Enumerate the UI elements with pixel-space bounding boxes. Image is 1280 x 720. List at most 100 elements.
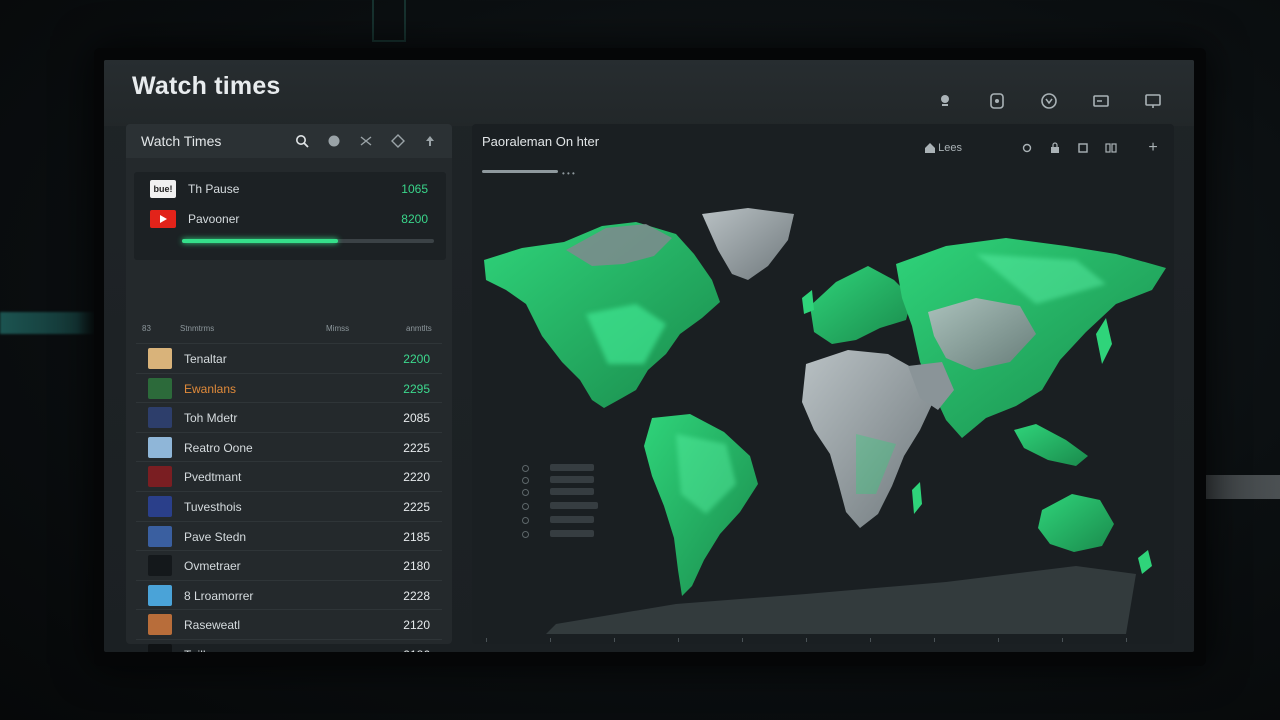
- circle-icon[interactable]: [326, 133, 342, 149]
- search-icon[interactable]: [294, 133, 310, 149]
- panel-title: Watch Times: [141, 133, 222, 149]
- legend-item[interactable]: [522, 488, 602, 496]
- row-name: Raseweatl: [184, 618, 241, 633]
- table-row[interactable]: Tenaltar 2200: [136, 343, 442, 373]
- home-icon[interactable]: Lees: [924, 140, 962, 156]
- featured-name: Th Pause: [188, 182, 240, 196]
- map-region-uk[interactable]: [802, 290, 814, 314]
- avatar: [148, 466, 172, 488]
- square-icon[interactable]: [1076, 140, 1090, 156]
- screen: Watch times Watch Times bue! Th Pause 10…: [104, 60, 1194, 652]
- table-row[interactable]: Reatro Oone 2225: [136, 431, 442, 462]
- world-map[interactable]: [476, 194, 1170, 634]
- table-row[interactable]: Ovmetraer 2180: [136, 550, 442, 580]
- avatar: [148, 555, 172, 577]
- row-name: Tuilhess: [184, 648, 228, 652]
- ambient-light-left: [0, 312, 96, 334]
- featured-item[interactable]: Pavooner 8200: [142, 208, 438, 232]
- map-tab-indicator: [482, 170, 558, 173]
- plus-icon[interactable]: +: [1146, 139, 1160, 156]
- row-name: Pvedtmant: [184, 470, 242, 485]
- map-title: Paoraleman On hter: [482, 134, 600, 149]
- lock-icon[interactable]: [1048, 140, 1062, 156]
- axis-tick: [806, 638, 807, 642]
- row-name: 8 Lroamorrer: [184, 588, 254, 603]
- monitor-icon[interactable]: [1142, 90, 1164, 112]
- avatar: [148, 644, 172, 652]
- legend-item[interactable]: [522, 476, 602, 484]
- map-region-new-zealand[interactable]: [1138, 550, 1152, 574]
- map-region-europe[interactable]: [810, 266, 912, 344]
- panel-toolbar: [294, 133, 438, 149]
- axis-tick: [998, 638, 999, 642]
- row-name: Pave Stedn: [184, 529, 247, 544]
- row-value: 2180: [403, 559, 430, 574]
- avatar: [148, 584, 172, 606]
- column-header: 83: [142, 324, 151, 333]
- app-header: Watch times: [104, 60, 1194, 126]
- map-region-australia[interactable]: [1038, 494, 1114, 552]
- legend-item[interactable]: [522, 502, 602, 510]
- diamond-icon[interactable]: [390, 133, 406, 149]
- device-icon[interactable]: [986, 90, 1008, 112]
- axis-tick: [742, 638, 743, 642]
- panel-header: Watch Times: [126, 124, 452, 158]
- featured-name: Pavooner: [188, 212, 240, 226]
- map-region-southeast-asia[interactable]: [1014, 424, 1088, 466]
- map-region-madagascar[interactable]: [912, 482, 922, 514]
- table-row[interactable]: 8 Lroamorrer 2228: [136, 579, 442, 610]
- axis-tick: [614, 638, 615, 642]
- featured-item[interactable]: bue! Th Pause 1065: [142, 178, 438, 202]
- map-panel: Paoraleman On hter • • • Lees +: [472, 124, 1174, 644]
- map-region-antarctica[interactable]: [546, 566, 1136, 634]
- ambient-light-right: [1205, 475, 1280, 499]
- featured-items: bue! Th Pause 1065 Pavooner 8200: [134, 172, 446, 260]
- user-icon[interactable]: [1038, 90, 1060, 112]
- axis-tick: [678, 638, 679, 642]
- tv-icon[interactable]: [1090, 90, 1112, 112]
- table-header: 83 Stnmtrms Mimss anmtlts: [140, 324, 440, 338]
- shuffle-icon[interactable]: [358, 133, 374, 149]
- table-row[interactable]: Pvedtmant 2220: [136, 461, 442, 491]
- legend-item[interactable]: [522, 530, 602, 538]
- map-axis-ticks: [472, 634, 1174, 642]
- avatar: [148, 525, 172, 547]
- table-row[interactable]: Ewanlans 2295: [136, 372, 442, 403]
- table-row[interactable]: Pave Stedn 2185: [136, 520, 442, 551]
- row-value: 2225: [403, 500, 430, 514]
- legend-item[interactable]: [522, 464, 602, 472]
- row-name: Toh Mdetr: [184, 411, 238, 426]
- row-name: Tenaltar: [184, 352, 227, 366]
- pin-icon[interactable]: [934, 90, 956, 112]
- ambient-frame-top: [372, 0, 406, 42]
- map-region-greenland[interactable]: [702, 208, 794, 280]
- avatar: [148, 436, 172, 458]
- dot-icon[interactable]: [1020, 140, 1034, 156]
- app-title: Watch times: [132, 72, 281, 100]
- legend-item[interactable]: [522, 516, 602, 524]
- avatar: [148, 614, 172, 636]
- row-name: Ewanlans: [184, 381, 237, 396]
- axis-tick: [870, 638, 871, 642]
- avatar: [148, 377, 172, 399]
- row-value: 2295: [403, 381, 430, 396]
- row-value: 2200: [403, 352, 430, 366]
- table-row[interactable]: Toh Mdetr 2085: [136, 402, 442, 432]
- table-row[interactable]: Raseweatl 2120: [136, 609, 442, 639]
- grid-icon[interactable]: [1104, 140, 1118, 156]
- row-value: 2186: [403, 648, 430, 652]
- axis-tick: [1062, 638, 1063, 642]
- map-region-japan[interactable]: [1096, 318, 1112, 364]
- arrow-up-icon[interactable]: [422, 133, 438, 149]
- row-value: 2225: [403, 440, 430, 455]
- axis-tick: [1126, 638, 1127, 642]
- avatar: [148, 348, 172, 369]
- featured-value: 8200: [401, 212, 428, 226]
- row-value: 2085: [403, 411, 430, 426]
- axis-tick: [550, 638, 551, 642]
- featured-value: 1065: [401, 182, 428, 196]
- table-row[interactable]: Tuilhess 2186: [136, 639, 442, 652]
- row-value: 2220: [403, 470, 430, 485]
- table-row[interactable]: Tuvesthois 2225: [136, 491, 442, 521]
- row-value: 2185: [403, 529, 430, 544]
